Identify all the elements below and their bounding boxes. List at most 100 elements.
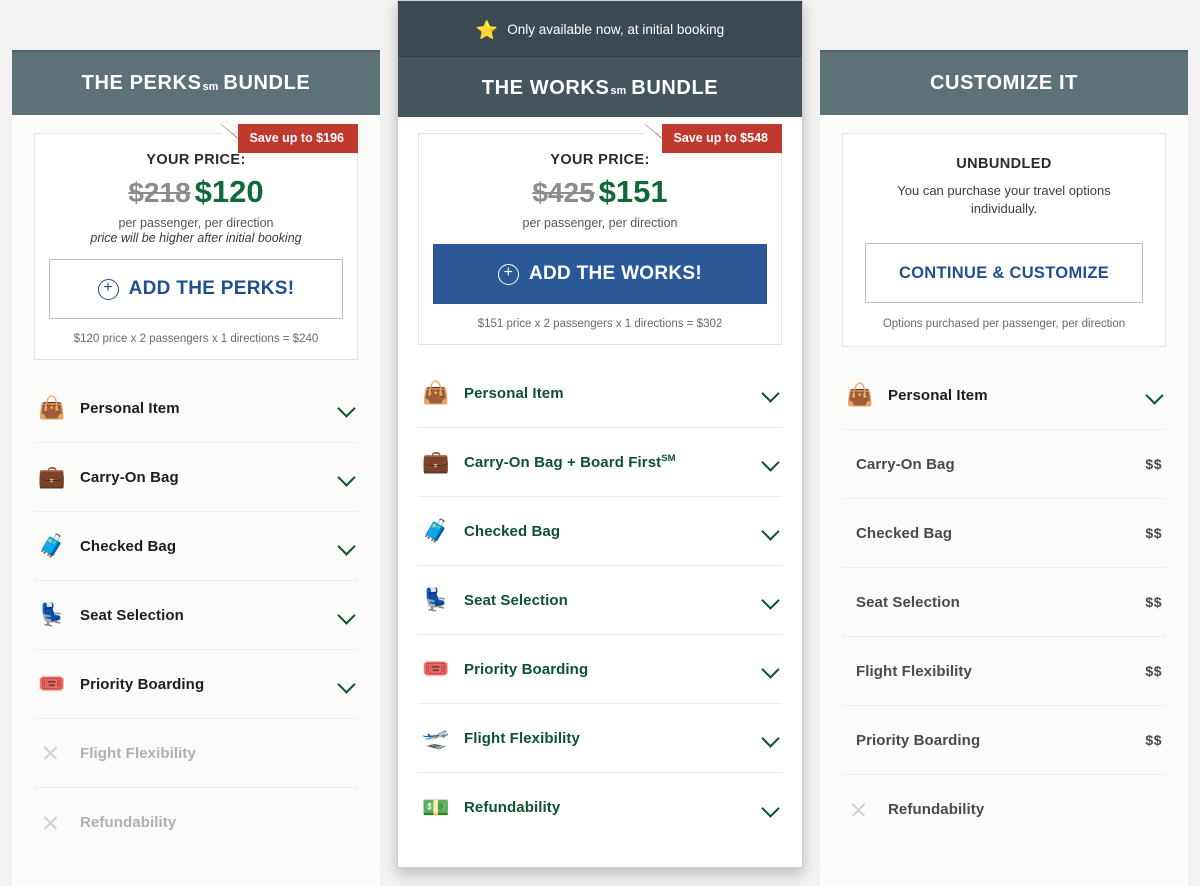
per-passenger-note: per passenger, per direction (118, 216, 274, 230)
feature-label-servicemark: SM (661, 453, 676, 464)
continue-customize-label: CONTINUE & CUSTOMIZE (898, 263, 1110, 282)
bundle-comparison-page: THE PERKS sm BUNDLE Save up to $196 YOUR P… (0, 0, 1200, 886)
feature-label: Refundability (80, 814, 177, 831)
chevron-down-icon[interactable] (760, 658, 782, 680)
feature-row[interactable]: 🧳 Checked Bag (418, 497, 782, 566)
feature-label: Personal Item (888, 386, 988, 404)
feature-row[interactable]: Seat Selection $$ (842, 568, 1166, 638)
original-price: $425 (532, 177, 595, 208)
price-indicator: $$ (1145, 525, 1162, 542)
feature-label: Flight Flexibility (80, 744, 196, 762)
feature-label: Priority Boarding (856, 731, 981, 749)
price-panel-wrap-works: Save up to $548 YOUR PRICE: $425 $151 per… (398, 117, 802, 345)
card-title-main: THE PERKS (81, 72, 202, 94)
chevron-down-icon[interactable] (760, 382, 782, 404)
feature-row[interactable]: Priority Boarding $$ (842, 706, 1166, 776)
savings-ribbon-works: Save up to $548 (644, 124, 782, 153)
feature-label: Checked Bag (856, 524, 953, 542)
feature-label: Carry-On Bag (856, 455, 955, 473)
price-calculation-note: $151 price x 2 passengers x 1 directions… (477, 318, 723, 330)
add-the-works-button[interactable]: + ADD THE WORKS! (433, 244, 767, 304)
feature-row[interactable]: 👜 Personal Item (418, 359, 782, 428)
discounted-price: $120 (194, 174, 264, 209)
card-title-main: CUSTOMIZE IT (930, 72, 1078, 94)
feature-row[interactable]: 🛫 Flight Flexibility (418, 704, 782, 773)
feature-row[interactable]: 💺 Seat Selection (418, 566, 782, 635)
feature-row[interactable]: 👜 Personal Item (842, 361, 1166, 431)
feature-row[interactable]: 💼 Carry-On Bag (34, 443, 358, 512)
chevron-down-icon[interactable] (336, 535, 358, 557)
chevron-down-icon[interactable] (1144, 384, 1166, 406)
money-icon: 💵 (422, 794, 450, 820)
feature-row[interactable]: Flight Flexibility $$ (842, 637, 1166, 707)
handbag-icon: 👜 (846, 382, 874, 408)
feature-row[interactable]: 🎟️ Priority Boarding (418, 635, 782, 704)
x-icon (34, 812, 80, 834)
card-title-tail: BUNDLE (631, 76, 719, 99)
chevron-down-icon[interactable] (760, 520, 782, 542)
discounted-price: $151 (598, 174, 668, 209)
chevron-down-icon[interactable] (336, 466, 358, 488)
card-header-customize: CUSTOMIZE IT (820, 50, 1188, 115)
feature-label: Refundability (888, 801, 985, 819)
unbundled-description: You can purchase your travel options ind… (897, 183, 1111, 216)
savings-ribbon-perks: Save up to $196 (220, 124, 358, 153)
your-price-label: YOUR PRICE: (550, 152, 650, 168)
plus-circle-icon: + (497, 263, 519, 285)
feature-label: Flight Flexibility (464, 729, 580, 747)
bundle-card-perks: THE PERKS sm BUNDLE Save up to $196 YOUR P… (12, 50, 380, 886)
price-panel-wrap-perks: Save up to $196 YOUR PRICE: $218 $120 per… (12, 115, 380, 360)
feature-row: Refundability (34, 788, 358, 857)
price-panel-perks: Save up to $196 YOUR PRICE: $218 $120 per… (34, 124, 358, 360)
chevron-down-icon[interactable] (760, 451, 782, 473)
feature-label: Seat Selection (80, 606, 184, 624)
chevron-down-icon[interactable] (760, 797, 782, 819)
add-the-perks-label: ADD THE PERKS! (128, 278, 295, 299)
feature-label: Checked Bag (80, 537, 177, 555)
card-header-perks: THE PERKS sm BUNDLE (12, 50, 380, 115)
feature-label: Personal Item (80, 399, 180, 417)
seat-icon: 💺 (38, 602, 66, 627)
chevron-down-icon[interactable] (336, 604, 358, 626)
price-disclaimer: price will be higher after initial booki… (90, 231, 302, 245)
add-the-perks-button[interactable]: + ADD THE PERKS! (49, 259, 343, 319)
chevron-down-icon[interactable] (336, 673, 358, 695)
original-price: $218 (128, 177, 191, 208)
star-icon: ⭐ (475, 19, 499, 40)
card-header-works: THE WORKS sm BUNDLE (398, 59, 802, 117)
feature-row[interactable]: 👜 Personal Item (34, 374, 358, 443)
feature-label: Checked Bag (464, 522, 561, 540)
card-title-servicemark: sm (610, 85, 627, 97)
feature-row[interactable]: 🧳 Checked Bag (34, 512, 358, 581)
feature-list-perks: 👜 Personal Item 💼 Carry-On Bag 🧳 Checked… (12, 374, 380, 857)
x-icon (842, 799, 888, 821)
bundle-card-customize: CUSTOMIZE IT UNBUNDLED You can purchase … (820, 50, 1188, 886)
per-passenger-note: per passenger, per direction (522, 216, 678, 230)
price-panel-works: Save up to $548 YOUR PRICE: $425 $151 per… (418, 124, 782, 345)
feature-row[interactable]: Checked Bag $$ (842, 499, 1166, 569)
card-title-main: THE WORKS (481, 76, 610, 99)
continue-customize-button[interactable]: CONTINUE & CUSTOMIZE (865, 243, 1143, 304)
feature-row[interactable]: 💵 Refundability (418, 773, 782, 842)
bundle-card-works: ⭐ Only available now, at initial booking… (397, 0, 803, 868)
price-indicator: $$ (1145, 663, 1162, 680)
price-calculation-note: $120 price x 2 passengers x 1 directions… (73, 333, 319, 345)
briefcase-icon: 💼 (422, 449, 450, 474)
feature-row[interactable]: 🎟️ Priority Boarding (34, 650, 358, 719)
options-note: Options purchased per passenger, per dir… (882, 318, 1126, 331)
unbundled-panel: UNBUNDLED You can purchase your travel o… (842, 133, 1166, 348)
feature-label: Priority Boarding (464, 660, 589, 678)
feature-row[interactable]: Carry-On Bag $$ (842, 430, 1166, 500)
feature-row[interactable]: 💺 Seat Selection (34, 581, 358, 650)
promo-text: Only available now, at initial booking (507, 22, 725, 37)
your-price-label: YOUR PRICE: (146, 152, 246, 168)
suitcase-icon: 🧳 (422, 518, 450, 543)
chevron-down-icon[interactable] (760, 589, 782, 611)
chevron-down-icon[interactable] (760, 727, 782, 749)
feature-label: Carry-On Bag + Board FirstSM (464, 453, 760, 471)
chevron-down-icon[interactable] (336, 397, 358, 419)
card-title-tail: BUNDLE (223, 72, 311, 94)
feature-list-works: 👜 Personal Item 💼 Carry-On Bag + Board F… (398, 359, 802, 842)
feature-row[interactable]: 💼 Carry-On Bag + Board FirstSM (418, 428, 782, 497)
unbundled-title: UNBUNDLED (956, 156, 1052, 172)
